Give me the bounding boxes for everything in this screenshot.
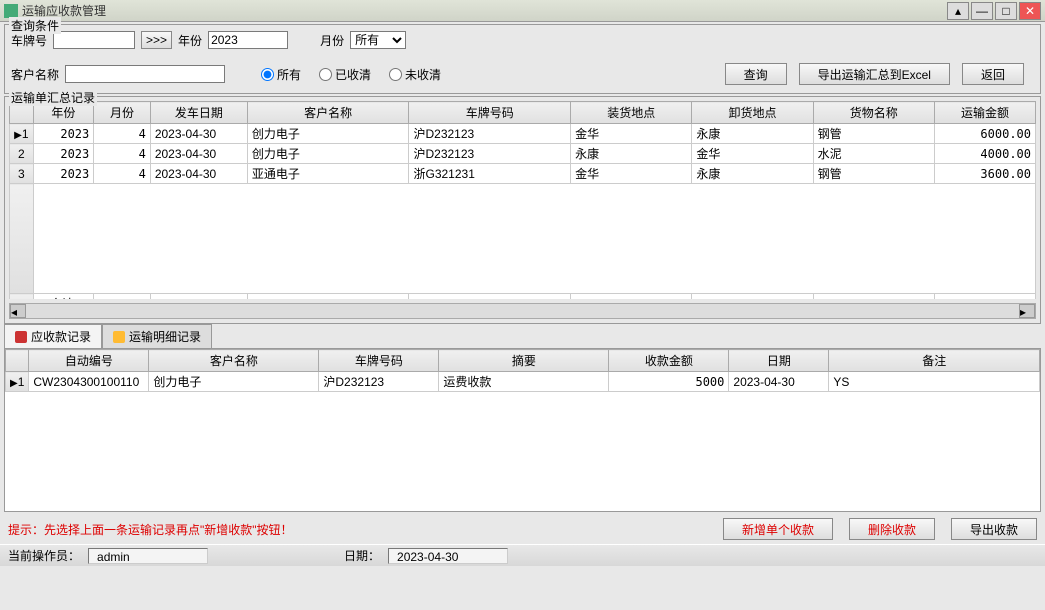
summary-fieldset: 运输单汇总记录 年份 月份 发车日期 客户名称 车牌号码 装货地点 卸货地点 货…	[4, 96, 1041, 324]
detail-tabs: 应收款记录 运输明细记录 自动编号 客户名称 车牌号码 摘要 收款金额 日期 备…	[4, 326, 1041, 512]
query-fieldset: 查询条件 车牌号 >>> 年份 月份 所有 客户名称 所有 已收清 未收清 查询…	[4, 24, 1041, 94]
date-value: 2023-04-30	[388, 548, 508, 564]
statusbar: 当前操作员： admin 日期： 2023-04-30	[0, 544, 1045, 566]
scroll-right-button[interactable]: ▸	[1019, 304, 1035, 318]
operator-label: 当前操作员：	[8, 547, 80, 564]
summary-header-row: 年份 月份 发车日期 客户名称 车牌号码 装货地点 卸货地点 货物名称 运输金额	[10, 102, 1036, 124]
app-icon	[4, 4, 18, 18]
back-button[interactable]: 返回	[962, 63, 1024, 85]
table-row[interactable]: ▶1 20234 2023-04-30创力电子沪D232123 金华永康钢管 6…	[10, 124, 1036, 144]
year-label: 年份	[178, 32, 202, 49]
total-row: 合计: 13600	[10, 294, 1036, 300]
minimize-button[interactable]: —	[971, 2, 993, 20]
table-row[interactable]: ▶1 CW2304300100110创力电子沪D232123 运费收款5000 …	[6, 372, 1040, 392]
customer-input[interactable]	[65, 65, 225, 83]
export-receipt-button[interactable]: 导出收款	[951, 518, 1037, 540]
receivable-icon	[15, 331, 27, 343]
summary-hscroll[interactable]: ◂ ▸	[9, 303, 1036, 319]
customer-label: 客户名称	[11, 66, 59, 83]
tab-receivable[interactable]: 应收款记录	[4, 324, 102, 348]
detail-icon	[113, 331, 125, 343]
year-input[interactable]	[208, 31, 288, 49]
export-summary-button[interactable]: 导出运输汇总到Excel	[799, 63, 950, 85]
plate-input[interactable]	[53, 31, 135, 49]
month-label: 月份	[320, 32, 344, 49]
summary-grid[interactable]: 年份 月份 发车日期 客户名称 车牌号码 装货地点 卸货地点 货物名称 运输金额…	[9, 101, 1036, 299]
month-select[interactable]: 所有	[350, 31, 406, 49]
radio-all[interactable]: 所有	[261, 66, 301, 83]
status-radio-group: 所有 已收清 未收清	[261, 66, 441, 83]
restore-up-button[interactable]: ▴	[947, 2, 969, 20]
table-row[interactable]: 3 20234 2023-04-30亚通电子浙G321231 金华永康钢管 36…	[10, 164, 1036, 184]
maximize-button[interactable]: □	[995, 2, 1017, 20]
date-label: 日期：	[344, 547, 380, 564]
table-row[interactable]: 2 20234 2023-04-30创力电子沪D232123 永康金华水泥 40…	[10, 144, 1036, 164]
add-receipt-button[interactable]: 新增单个收款	[723, 518, 833, 540]
receivable-grid[interactable]: 自动编号 客户名称 车牌号码 摘要 收款金额 日期 备注 ▶1 CW230430…	[4, 348, 1041, 512]
radio-uncleared[interactable]: 未收清	[389, 66, 441, 83]
summary-legend: 运输单汇总记录	[9, 89, 97, 106]
window-title: 运输应收款管理	[22, 2, 945, 19]
tab-transport-detail[interactable]: 运输明细记录	[102, 324, 212, 348]
action-bar: 提示：先选择上面一条运输记录再点"新增收款"按钮！ 新增单个收款 删除收款 导出…	[0, 514, 1045, 544]
plate-label: 车牌号	[11, 32, 47, 49]
close-button[interactable]: ✕	[1019, 2, 1041, 20]
titlebar: 运输应收款管理 ▴ — □ ✕	[0, 0, 1045, 22]
scroll-left-button[interactable]: ◂	[10, 304, 26, 318]
hint-text: 提示：先选择上面一条运输记录再点"新增收款"按钮！	[8, 521, 707, 538]
query-legend: 查询条件	[9, 17, 61, 34]
receivable-header-row: 自动编号 客户名称 车牌号码 摘要 收款金额 日期 备注	[6, 350, 1040, 372]
plate-lookup-button[interactable]: >>>	[141, 31, 172, 49]
query-button[interactable]: 查询	[725, 63, 787, 85]
operator-value: admin	[88, 548, 208, 564]
delete-receipt-button[interactable]: 删除收款	[849, 518, 935, 540]
radio-cleared[interactable]: 已收清	[319, 66, 371, 83]
